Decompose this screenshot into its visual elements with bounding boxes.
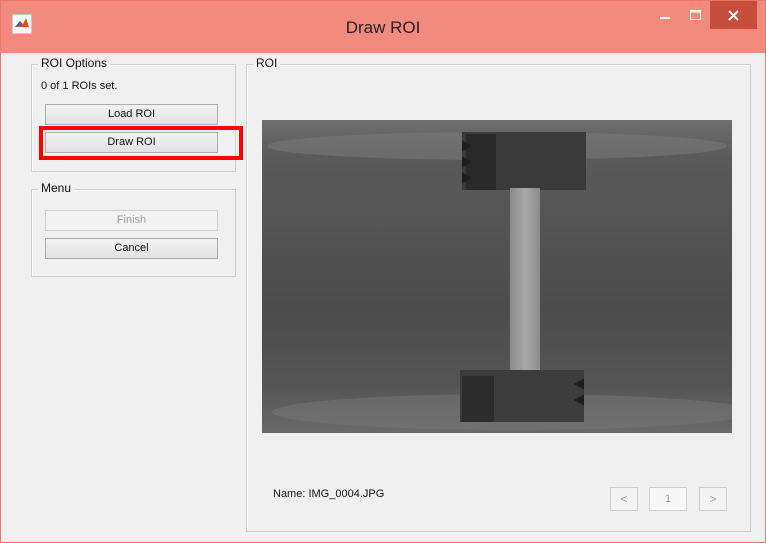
menu-panel: Menu xyxy=(31,181,236,277)
menu-label: Menu xyxy=(38,181,75,195)
maximize-icon xyxy=(689,10,701,20)
close-icon xyxy=(728,9,739,21)
previous-image-button[interactable]: < xyxy=(610,487,638,511)
load-roi-button[interactable]: Load ROI xyxy=(45,104,218,125)
cancel-button[interactable]: Cancel xyxy=(45,238,218,259)
image-name-text: Name: IMG_0004.JPG xyxy=(273,488,385,500)
minimize-icon xyxy=(660,17,670,19)
specimen-image[interactable] xyxy=(262,120,732,433)
finish-button[interactable]: Finish xyxy=(45,210,218,231)
next-image-button[interactable]: > xyxy=(699,487,727,511)
roi-status-text: 0 of 1 ROIs set. xyxy=(41,80,118,92)
title-bar: Draw ROI xyxy=(1,1,765,53)
image-index-field[interactable]: 1 xyxy=(649,487,687,511)
draw-roi-highlight xyxy=(39,126,243,160)
roi-panel-label: ROI xyxy=(253,56,281,70)
minimize-button[interactable] xyxy=(650,1,680,29)
draw-roi-window: Draw ROI ROI Options 0 of 1 ROIs set. Lo… xyxy=(0,0,766,543)
roi-options-label: ROI Options xyxy=(38,56,111,70)
close-button[interactable] xyxy=(710,1,757,29)
maximize-button[interactable] xyxy=(680,1,710,29)
